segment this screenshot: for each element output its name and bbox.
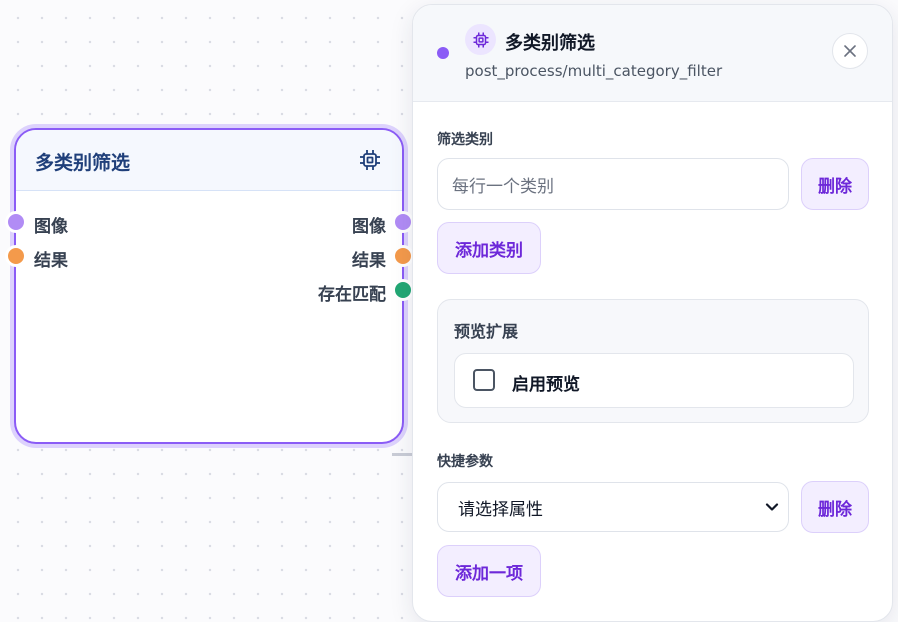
inspector-panel: 多类别筛选 post_process/multi_category_filter… [412, 4, 893, 622]
input-label-image: 图像 [34, 217, 68, 237]
input-port-image[interactable] [5, 211, 27, 233]
preview-extension-title: 预览扩展 [454, 322, 519, 341]
add-category-button[interactable]: 添加类别 [437, 222, 541, 274]
delete-param-button[interactable]: 删除 [801, 481, 869, 533]
attribute-select-value: 请选择属性 [458, 499, 543, 520]
output-port-image[interactable] [392, 211, 414, 233]
input-label-result: 结果 [34, 251, 68, 271]
quick-params-label: 快捷参数 [437, 454, 493, 470]
attribute-select[interactable]: 请选择属性 [437, 482, 789, 532]
close-icon [844, 45, 856, 57]
category-input-placeholder: 每行一个类别 [452, 176, 554, 197]
category-input[interactable]: 每行一个类别 [437, 158, 789, 210]
edge-connector [392, 453, 414, 456]
enable-preview-label: 启用预览 [512, 375, 580, 395]
filter-categories-label: 筛选类别 [437, 132, 493, 148]
enable-preview-checkbox[interactable] [473, 369, 495, 391]
chevron-down-icon [762, 497, 782, 522]
output-port-result[interactable] [392, 245, 414, 267]
delete-category-button[interactable]: 删除 [801, 158, 869, 210]
output-port-has-match[interactable] [392, 279, 414, 301]
add-item-button[interactable]: 添加一项 [437, 545, 541, 597]
input-port-result[interactable] [5, 245, 27, 267]
enable-preview-row[interactable]: 启用预览 [454, 353, 854, 408]
panel-title: 多类别筛选 [505, 33, 595, 54]
panel-header: 多类别筛选 post_process/multi_category_filter [413, 5, 892, 102]
status-dot [437, 47, 449, 59]
chip-icon [356, 146, 384, 174]
output-label-result: 结果 [352, 251, 386, 271]
node-header: 多类别筛选 [16, 130, 402, 191]
preview-extension-card: 预览扩展 启用预览 [437, 299, 869, 423]
chip-icon [465, 24, 496, 55]
panel-subtitle: post_process/multi_category_filter [465, 62, 723, 80]
output-label-has-match: 存在匹配 [318, 285, 386, 305]
output-label-image: 图像 [352, 217, 386, 237]
close-button[interactable] [832, 33, 868, 69]
node-title: 多类别筛选 [35, 152, 131, 174]
